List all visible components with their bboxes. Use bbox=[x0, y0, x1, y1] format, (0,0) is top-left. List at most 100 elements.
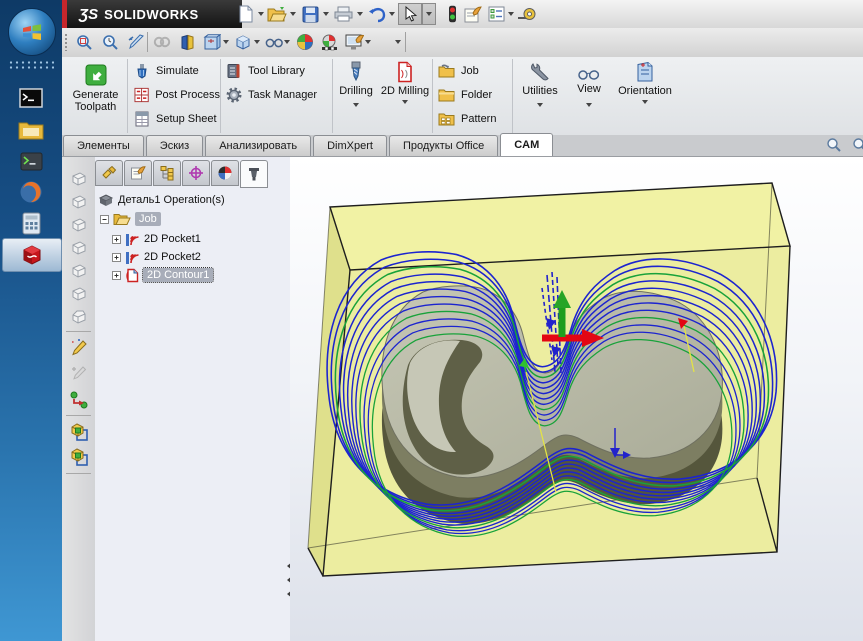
view-cube-dropdown-icon[interactable] bbox=[254, 40, 260, 44]
tree-pocket2-row[interactable]: 2D Pocket2 bbox=[112, 248, 201, 266]
2d-milling-button[interactable]: 2D Milling bbox=[380, 61, 430, 104]
view-cube-bottom-button[interactable] bbox=[67, 283, 90, 304]
assembly-feature-button-2[interactable] bbox=[67, 446, 90, 467]
orientation-label: Orientation bbox=[618, 85, 672, 97]
taskbar-file-explorer[interactable] bbox=[14, 114, 48, 144]
setup-sheet-button[interactable]: Setup Sheet bbox=[128, 107, 220, 131]
utilities-dropdown-icon[interactable] bbox=[537, 103, 543, 107]
tab-cam[interactable]: CAM bbox=[500, 133, 554, 156]
tree-pocket1-row[interactable]: 2D Pocket1 bbox=[112, 230, 201, 248]
save-button[interactable] bbox=[298, 3, 322, 25]
drawing-view-button[interactable] bbox=[200, 31, 224, 53]
taskbar-calculator[interactable] bbox=[14, 208, 48, 238]
pattern-button[interactable]: Pattern bbox=[432, 107, 512, 131]
screen-capture-dropdown-icon[interactable] bbox=[365, 40, 371, 44]
tab-dimxpert[interactable]: DimXpert bbox=[313, 135, 387, 156]
print-button[interactable] bbox=[331, 3, 355, 25]
new-dropdown-icon[interactable] bbox=[258, 12, 264, 16]
display-style-button[interactable] bbox=[262, 31, 286, 53]
zoom-to-area-button[interactable] bbox=[98, 31, 122, 53]
task-manager-button[interactable]: Task Manager bbox=[220, 83, 332, 107]
open-button[interactable] bbox=[265, 3, 289, 25]
view-cube-right-button[interactable] bbox=[67, 237, 90, 258]
edit-sketch-button[interactable] bbox=[67, 337, 90, 358]
utilities-button[interactable]: Utilities bbox=[514, 61, 566, 107]
taskbar-firefox[interactable] bbox=[14, 177, 48, 207]
view-cube-isometric-button[interactable] bbox=[67, 306, 90, 327]
taskbar-terminal[interactable] bbox=[14, 146, 48, 176]
simulate-button[interactable]: Simulate bbox=[128, 59, 220, 83]
view-cube-left-button[interactable] bbox=[67, 214, 90, 235]
job-button[interactable]: Job bbox=[432, 59, 512, 83]
tab-elements[interactable]: Элементы bbox=[63, 135, 144, 156]
drawing-view-dropdown-icon[interactable] bbox=[223, 40, 229, 44]
open-dropdown-icon[interactable] bbox=[290, 12, 296, 16]
select-dropdown-button[interactable] bbox=[422, 3, 436, 25]
view-cube-button[interactable] bbox=[231, 31, 255, 53]
taskbar-command-prompt[interactable] bbox=[14, 83, 48, 113]
post-process-button[interactable]: Post Process bbox=[128, 83, 220, 107]
screen-capture-button[interactable] bbox=[342, 31, 366, 53]
cam-operation-tree-tab[interactable] bbox=[240, 160, 268, 188]
tree-pocket1-label: 2D Pocket1 bbox=[144, 233, 201, 245]
undo-button[interactable] bbox=[364, 3, 388, 25]
simulate-tool-icon bbox=[137, 64, 147, 79]
link-views-button[interactable] bbox=[150, 31, 174, 53]
feature-manager-tab[interactable] bbox=[95, 160, 123, 186]
shaded-view-button[interactable] bbox=[293, 31, 317, 53]
generate-toolpath-button[interactable]: Generate Toolpath bbox=[64, 59, 128, 133]
section-view-button[interactable] bbox=[175, 31, 199, 53]
orientation-dropdown-icon[interactable] bbox=[642, 100, 648, 104]
view-cube-back-button[interactable] bbox=[67, 191, 90, 212]
start-button[interactable] bbox=[8, 8, 56, 56]
undo-dropdown-icon[interactable] bbox=[389, 12, 395, 16]
previous-view-button[interactable] bbox=[124, 31, 148, 53]
print-dropdown-icon[interactable] bbox=[357, 12, 363, 16]
dimxpert-manager-tab[interactable] bbox=[182, 160, 210, 186]
drilling-button[interactable]: Drilling bbox=[334, 61, 378, 107]
view-dropdown-icon[interactable] bbox=[586, 103, 592, 107]
view-cube-icon bbox=[72, 286, 85, 301]
job-folder-icon bbox=[438, 64, 455, 78]
tree-job-row[interactable]: Job bbox=[100, 210, 161, 228]
folder-button[interactable]: Folder bbox=[432, 83, 512, 107]
taskbar-solidworks[interactable] bbox=[2, 238, 62, 272]
display-style-dropdown-icon[interactable] bbox=[284, 40, 290, 44]
tab-sketch[interactable]: Эскиз bbox=[145, 135, 204, 156]
graphics-viewport[interactable] bbox=[290, 157, 863, 641]
select-tool-button[interactable] bbox=[398, 3, 422, 25]
add-sketch-button[interactable] bbox=[67, 362, 90, 383]
drilling-dropdown-icon[interactable] bbox=[353, 103, 359, 107]
render-ball-icon bbox=[321, 34, 337, 50]
flow-reorder-button[interactable] bbox=[67, 389, 90, 410]
quick-zoom-button[interactable] bbox=[826, 137, 842, 153]
expand-icon[interactable] bbox=[112, 234, 121, 244]
tree-root-row[interactable]: Деталь1 Operation(s) bbox=[98, 191, 225, 209]
new-document-button[interactable] bbox=[234, 3, 258, 25]
display-manager-tab[interactable] bbox=[211, 160, 239, 186]
render-preview-button[interactable] bbox=[317, 31, 341, 53]
tab-evaluate[interactable]: Анализировать bbox=[205, 135, 312, 156]
options-list-button[interactable] bbox=[484, 3, 508, 25]
tool-library-button[interactable]: Tool Library bbox=[220, 59, 332, 83]
tree-contour1-row[interactable]: 2D Contour1 bbox=[112, 266, 215, 284]
assembly-feature-button-1[interactable] bbox=[67, 421, 90, 442]
undo-arrow-icon bbox=[368, 7, 385, 22]
tab-office-products[interactable]: Продукты Office bbox=[388, 135, 499, 156]
save-dropdown-icon[interactable] bbox=[323, 12, 329, 16]
view-cube-top-button[interactable] bbox=[67, 260, 90, 281]
configuration-manager-tab[interactable] bbox=[153, 160, 181, 186]
properties-button[interactable] bbox=[461, 3, 485, 25]
view-cube-front-button[interactable] bbox=[67, 168, 90, 189]
property-manager-tab[interactable] bbox=[124, 160, 152, 186]
expand-icon[interactable] bbox=[112, 252, 121, 262]
2d-milling-dropdown-icon[interactable] bbox=[402, 100, 408, 104]
measure-button[interactable] bbox=[514, 3, 538, 25]
quick-zoom-button-2[interactable] bbox=[852, 137, 863, 153]
collapse-icon[interactable] bbox=[100, 214, 109, 224]
view-button[interactable]: View bbox=[568, 61, 610, 107]
toolbar-overflow-icon[interactable] bbox=[395, 40, 401, 44]
expand-icon[interactable] bbox=[112, 270, 121, 280]
orientation-button[interactable]: Orientation bbox=[612, 61, 678, 104]
zoom-to-fit-button[interactable] bbox=[72, 31, 96, 53]
